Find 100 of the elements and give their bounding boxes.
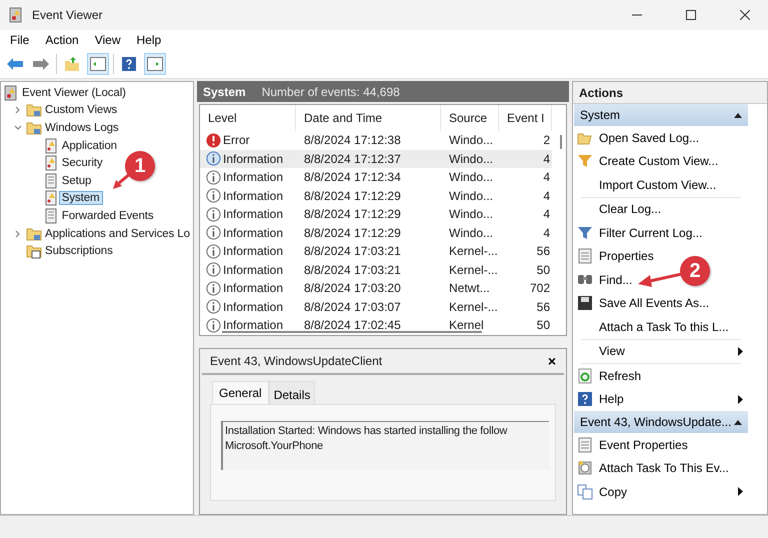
pane-command[interactable]: Refresh xyxy=(573,364,743,388)
log-icon xyxy=(42,208,59,224)
table-cell: 56 xyxy=(536,244,550,258)
table-cell: Windo... xyxy=(449,152,494,166)
column-header[interactable]: Source xyxy=(441,105,499,131)
properties-icon xyxy=(577,436,593,453)
section-header[interactable]: Event 43, WindowsUpdate... xyxy=(574,411,748,433)
table-cell: 4 xyxy=(543,207,550,222)
tree-item[interactable]: Custom Views xyxy=(42,103,120,118)
table-cell: 8/8/2024 17:03:21 xyxy=(304,262,401,277)
table-cell: 8/8/2024 17:12:29 xyxy=(304,226,401,240)
section-header[interactable]: System xyxy=(574,104,748,126)
table-cell: 8/8/2024 17:03:21 xyxy=(304,244,401,258)
collapse-chevron-icon[interactable] xyxy=(14,124,22,132)
tab[interactable]: Details xyxy=(268,381,316,404)
error-icon xyxy=(206,132,221,148)
close-icon xyxy=(740,10,750,20)
pane-command[interactable]: Copy xyxy=(573,480,743,504)
event-row[interactable]: Information 8/8/2024 17:12:34 Windo... 4 xyxy=(200,168,552,186)
event-row[interactable]: Information 8/8/2024 17:12:29 Windo... 4 xyxy=(200,224,552,242)
event-count: Number of events: 44,698 xyxy=(262,84,400,98)
table-cell: Information xyxy=(223,207,284,222)
pane-command[interactable]: Event Properties xyxy=(573,433,743,456)
scrollbar-thumb[interactable] xyxy=(560,135,562,149)
close-button[interactable]: × xyxy=(548,353,556,369)
tab[interactable]: General xyxy=(212,381,269,404)
tree-item[interactable]: Forwarded Events xyxy=(58,208,157,223)
column-header[interactable]: Date and Time xyxy=(296,105,441,131)
show-tree-button[interactable] xyxy=(87,53,109,75)
table-cell: 8/8/2024 17:12:29 xyxy=(304,207,401,222)
info-icon xyxy=(206,170,221,185)
pane-command[interactable]: Attach Task To This Ev... xyxy=(573,456,743,480)
folder-icon xyxy=(26,102,42,118)
pane-command[interactable]: Save All Events As... xyxy=(573,292,743,315)
table-cell: Kernel-... xyxy=(449,262,498,277)
event-row[interactable]: Information 8/8/2024 17:12:37 Windo... 4 xyxy=(200,150,552,168)
table-cell: Windo... xyxy=(449,207,494,222)
tree-item[interactable]: Security xyxy=(58,156,106,170)
scrollbar-thumb[interactable] xyxy=(222,331,482,333)
filter-icon xyxy=(577,153,593,170)
event-row[interactable]: Information 8/8/2024 17:12:29 Windo... 4 xyxy=(200,205,552,224)
pane-command[interactable]: Create Custom View... xyxy=(573,150,743,173)
description-field[interactable]: Installation Started: Windows has started installing the follow Microsoft.YourPhone xyxy=(221,421,549,470)
table-cell: Kernel-... xyxy=(449,300,498,314)
pane-command[interactable]: Attach a Task To this L... xyxy=(573,315,743,338)
table-cell: 4 xyxy=(543,152,550,166)
info-icon xyxy=(206,151,221,166)
pane-command[interactable]: Import Custom View... xyxy=(573,173,743,196)
info-icon xyxy=(206,280,221,296)
collapse-icon xyxy=(734,420,742,424)
menu-item[interactable]: View xyxy=(88,31,126,49)
folder-icon xyxy=(26,120,42,136)
table-cell: 50 xyxy=(536,318,550,332)
event-row[interactable]: Information 8/8/2024 17:12:29 Windo... 4 xyxy=(200,186,552,205)
table-cell: Information xyxy=(223,188,284,203)
detail-title: Event 43, WindowsUpdateClient xyxy=(210,354,382,368)
event-row[interactable]: Information 8/8/2024 17:03:07 Kernel-... 56 xyxy=(200,298,552,316)
table-cell: Information xyxy=(223,300,284,314)
menu-item[interactable]: Action xyxy=(39,31,85,49)
table-cell: 2 xyxy=(543,133,550,148)
tree-item[interactable]: System xyxy=(58,191,103,206)
info-icon xyxy=(206,225,221,240)
tree-item[interactable]: Applications and Services Lo xyxy=(42,226,193,241)
table-cell: 8/8/2024 17:03:07 xyxy=(304,300,401,314)
table-cell: Information xyxy=(223,226,284,240)
pane-command[interactable]: Help xyxy=(573,388,743,411)
table-cell: 4 xyxy=(543,170,550,184)
table-cell: Windo... xyxy=(449,188,494,203)
event-row[interactable]: Information 8/8/2024 17:03:21 Kernel-... 56 xyxy=(200,242,552,260)
expand-chevron-icon[interactable] xyxy=(14,230,22,238)
event-row[interactable]: Information 8/8/2024 17:03:20 Netwt... 702 xyxy=(200,279,552,298)
show-actions-button[interactable] xyxy=(144,53,166,75)
tree-item[interactable]: Subscriptions xyxy=(42,244,116,258)
event-log-icon xyxy=(3,84,19,101)
tree-item[interactable]: Event Viewer (Local) xyxy=(19,86,129,100)
tree-item[interactable]: Windows Logs xyxy=(42,120,122,135)
collapse-icon xyxy=(734,112,742,118)
table-cell: Kernel xyxy=(449,318,484,332)
table-cell: Information xyxy=(223,244,284,258)
column-header[interactable]: Event I xyxy=(499,105,552,131)
table-cell: 8/8/2024 17:12:34 xyxy=(304,170,401,184)
column-header[interactable]: Level xyxy=(200,105,296,131)
event-row[interactable]: Information 8/8/2024 17:03:21 Kernel-... 50 xyxy=(200,260,552,279)
expand-chevron-icon[interactable] xyxy=(14,106,22,114)
table-cell: 4 xyxy=(543,188,550,203)
event-row[interactable]: Error 8/8/2024 17:12:38 Windo... 2 xyxy=(200,131,552,150)
table-cell: Error xyxy=(223,133,250,148)
help-icon xyxy=(577,391,593,408)
pane-command[interactable]: Open Saved Log... xyxy=(573,126,743,150)
tree-item[interactable]: Setup xyxy=(58,174,94,188)
menu-item[interactable]: Help xyxy=(130,31,168,49)
pane-command[interactable]: Filter Current Log... xyxy=(573,221,743,244)
pane-command[interactable]: Clear Log... xyxy=(573,198,743,221)
event-row[interactable]: Information 8/8/2024 17:02:45 Kernel 50 xyxy=(200,316,552,334)
pane-command[interactable]: View xyxy=(573,340,743,363)
menu-item[interactable]: File xyxy=(4,31,36,49)
tree-item[interactable]: Application xyxy=(58,138,120,153)
table-cell: Kernel-... xyxy=(449,244,498,258)
info-icon xyxy=(206,318,221,333)
table-cell: 56 xyxy=(536,300,550,314)
